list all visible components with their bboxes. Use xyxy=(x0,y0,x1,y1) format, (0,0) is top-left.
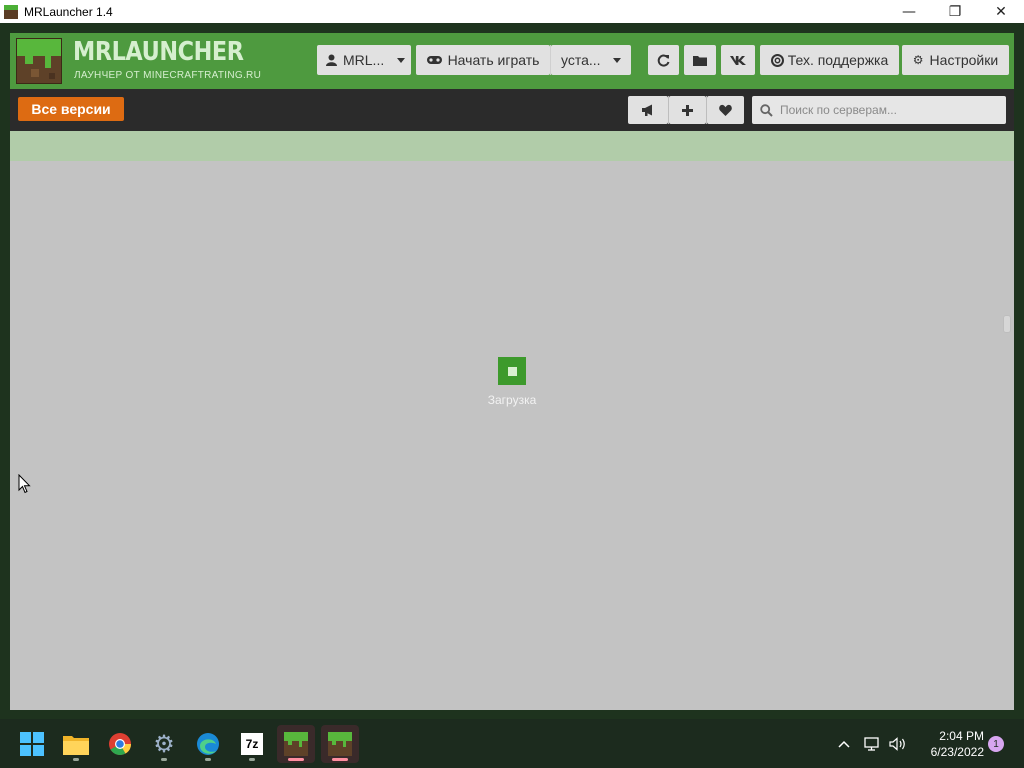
mouse-cursor-icon xyxy=(18,474,31,494)
app-icon xyxy=(4,4,18,19)
taskbar-clock[interactable]: 2:04 PM 6/23/2022 xyxy=(914,728,984,760)
close-button[interactable]: ✕ xyxy=(978,0,1024,23)
launcher-header: MRLAUNCHER ЛАУНЧЕР ОТ MINECRAFTRATING.RU… xyxy=(10,33,1014,89)
gear-icon: ⚙ xyxy=(912,53,924,67)
logo-icon xyxy=(16,38,62,84)
notification-badge[interactable]: 1 xyxy=(988,736,1004,752)
launcher-frame: MRLAUNCHER ЛАУНЧЕР ОТ MINECRAFTRATING.RU… xyxy=(0,23,1024,719)
refresh-icon xyxy=(657,54,670,66)
settings-label: Настройки xyxy=(929,52,999,68)
settings-icon: ⚙ xyxy=(153,730,175,758)
install-label: уста... xyxy=(561,52,601,68)
7zip-icon: 7z xyxy=(241,733,263,755)
loading-spinner-icon xyxy=(498,357,526,385)
taskbar-file-explorer[interactable] xyxy=(57,725,95,763)
loading-text: Загрузка xyxy=(487,393,537,407)
scrollbar[interactable] xyxy=(1001,303,1011,707)
taskbar-edge[interactable] xyxy=(189,725,227,763)
tray-volume[interactable] xyxy=(889,719,907,768)
plus-icon xyxy=(682,104,693,116)
mrlauncher-icon xyxy=(284,732,308,756)
minimize-button[interactable]: — xyxy=(886,0,932,23)
start-button[interactable] xyxy=(13,725,51,763)
logo-title: MRLAUNCHER xyxy=(73,37,244,67)
favorites-button[interactable] xyxy=(707,96,744,124)
logo-subtitle: ЛАУНЧЕР ОТ MINECRAFTRATING.RU xyxy=(74,70,262,81)
all-versions-button[interactable]: Все версии xyxy=(18,97,124,121)
window-titlebar: MRLauncher 1.4 — ❐ ✕ xyxy=(0,0,1024,23)
taskbar: ⚙ 7z 2:04 PM 6/23/2022 1 xyxy=(0,719,1024,768)
clock-time: 2:04 PM xyxy=(939,729,984,743)
mrlauncher-icon xyxy=(328,732,352,756)
heart-icon xyxy=(719,104,732,116)
window-title: MRLauncher 1.4 xyxy=(24,4,113,19)
chevron-down-icon xyxy=(613,58,621,63)
taskbar-7zip[interactable]: 7z xyxy=(233,725,271,763)
megaphone-icon xyxy=(642,104,652,116)
support-label: Тех. поддержка xyxy=(787,52,889,68)
taskbar-mrlauncher-1[interactable] xyxy=(277,725,315,763)
account-dropdown[interactable]: MRL... xyxy=(317,45,411,75)
vk-button[interactable] xyxy=(721,45,755,75)
taskbar-settings[interactable]: ⚙ xyxy=(145,725,183,763)
user-icon xyxy=(326,54,337,66)
refresh-button[interactable] xyxy=(648,45,679,75)
window-controls: — ❐ ✕ xyxy=(886,0,1024,23)
play-label: Начать играть xyxy=(447,52,540,68)
network-icon xyxy=(864,736,879,751)
support-button[interactable]: Тех. поддержка xyxy=(760,45,899,75)
search-input[interactable] xyxy=(780,103,1000,117)
folder-icon xyxy=(693,55,707,66)
edge-icon xyxy=(197,733,219,755)
install-dropdown[interactable]: уста... xyxy=(551,45,631,75)
play-button[interactable]: Начать играть xyxy=(416,45,550,75)
content-header-strip xyxy=(10,131,1014,161)
maximize-button[interactable]: ❐ xyxy=(932,0,978,23)
clock-date: 6/23/2022 xyxy=(930,745,984,759)
search-icon xyxy=(752,103,780,117)
taskbar-mrlauncher-2[interactable] xyxy=(321,725,359,763)
tray-network[interactable] xyxy=(864,719,881,768)
chrome-icon xyxy=(109,733,131,755)
lifebuoy-icon xyxy=(770,53,784,67)
chevron-up-icon xyxy=(838,740,850,748)
launcher-toolbar: Все версии xyxy=(10,89,1014,131)
news-button[interactable] xyxy=(628,96,668,124)
account-label: MRL... xyxy=(343,52,385,68)
volume-icon xyxy=(889,736,905,751)
start-icon xyxy=(20,732,44,756)
add-server-button[interactable] xyxy=(669,96,706,124)
folder-button[interactable] xyxy=(684,45,716,75)
scrollbar-thumb[interactable] xyxy=(1003,315,1011,333)
file-explorer-icon xyxy=(63,736,89,755)
server-list-area: Загрузка xyxy=(10,161,1014,710)
gamepad-icon xyxy=(426,56,442,64)
tray-chevron[interactable] xyxy=(838,719,850,768)
taskbar-chrome[interactable] xyxy=(101,725,139,763)
chevron-down-icon xyxy=(397,58,405,63)
settings-button[interactable]: ⚙ Настройки xyxy=(902,45,1009,75)
server-search[interactable] xyxy=(752,96,1006,124)
vk-icon xyxy=(730,56,746,65)
